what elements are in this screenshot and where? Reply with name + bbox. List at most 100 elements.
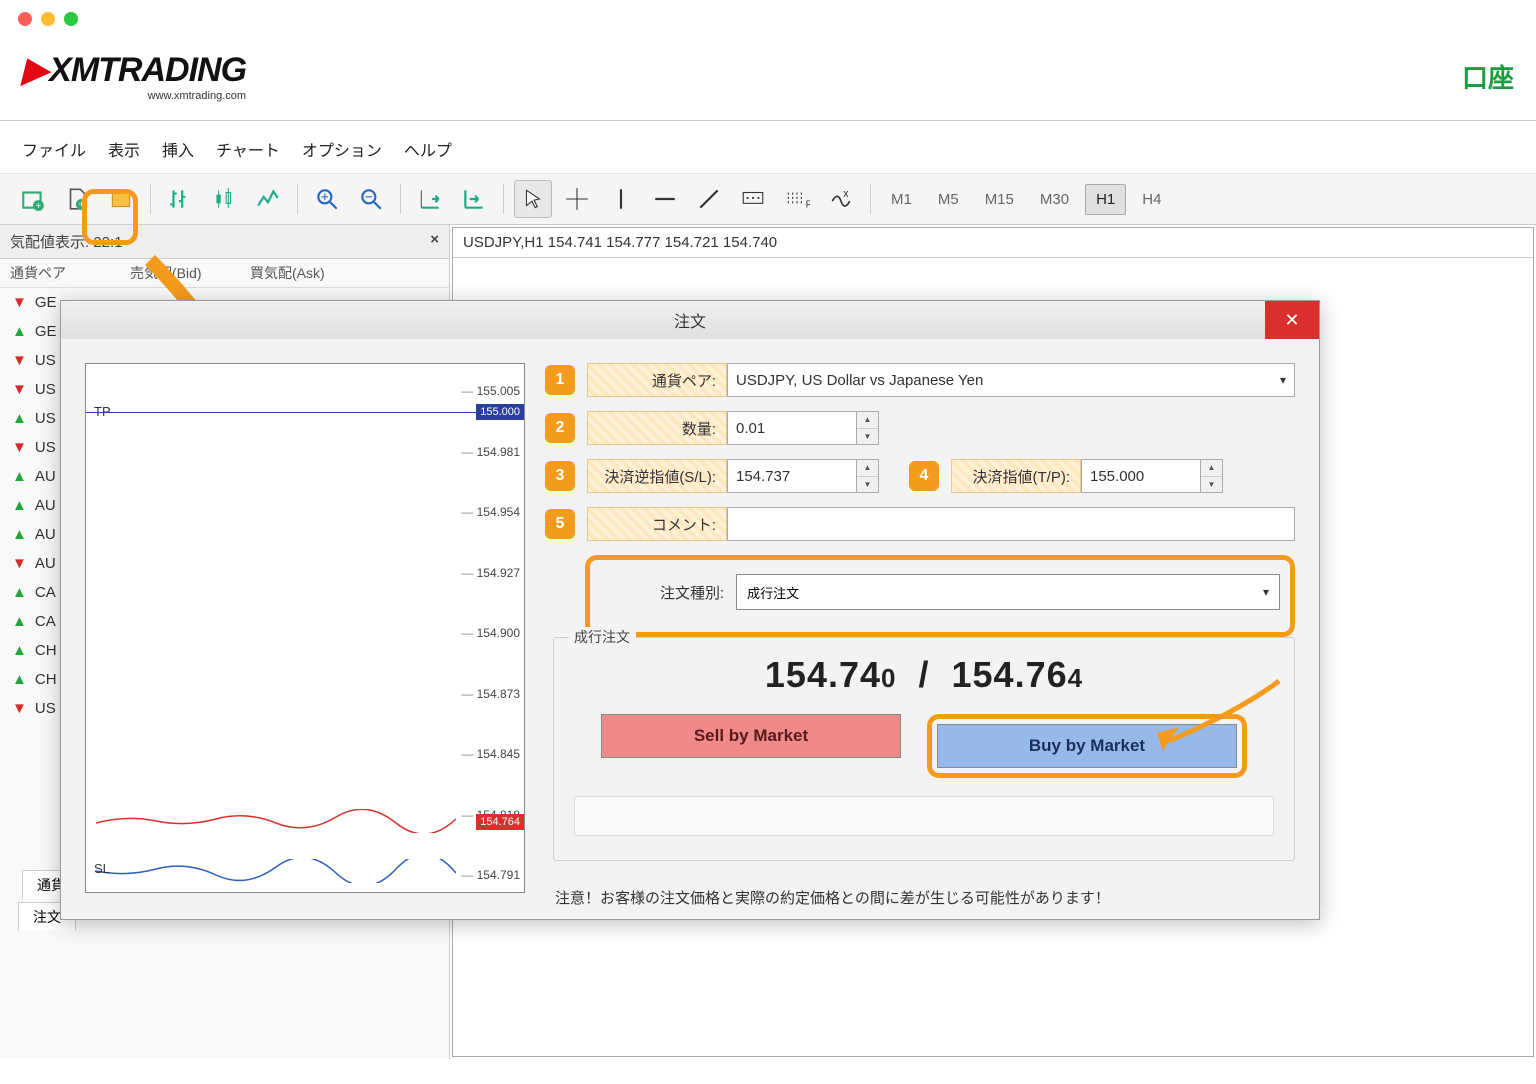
mw-col-ask: 買気配(Ask) — [250, 263, 325, 283]
dialog-close-button[interactable]: ✕ — [1265, 301, 1319, 339]
zoom-out-icon[interactable] — [352, 180, 390, 218]
app-header: ▶XMTRADING www.xmtrading.com 口座 — [0, 38, 1536, 121]
sl-spinner[interactable]: ▲▼ — [857, 459, 879, 493]
menu-insert[interactable]: 挿入 — [162, 137, 194, 161]
account-link[interactable]: 口座 — [1462, 58, 1514, 95]
tp-input[interactable]: 155.000 — [1081, 459, 1201, 493]
logo: ▶XMTRADING www.xmtrading.com — [22, 50, 246, 102]
highlight-buy-button: Buy by Market — [927, 714, 1247, 778]
dialog-titlebar: 注文 ✕ — [61, 301, 1319, 339]
arrow-down-icon: ▼ — [12, 381, 27, 398]
market-watch-close-icon[interactable]: × — [430, 231, 439, 252]
tp-field-label: 決済指値(T/P): — [951, 459, 1081, 493]
qty-input[interactable]: 0.01 — [727, 411, 857, 445]
timeframe-m15[interactable]: M15 — [975, 185, 1024, 214]
symbol-text: US — [35, 381, 56, 398]
highlight-new-order — [82, 189, 138, 245]
symbol-text: GE — [35, 294, 57, 311]
tp-spinner[interactable]: ▲▼ — [1201, 459, 1223, 493]
arrow-up-icon: ▲ — [12, 613, 27, 630]
text-label-icon[interactable] — [734, 180, 772, 218]
minimize-window-icon[interactable] — [41, 12, 55, 26]
arrow-down-icon: ▼ — [12, 700, 27, 717]
chevron-down-icon: ▾ — [1280, 373, 1286, 387]
candlestick-chart-icon[interactable] — [205, 180, 243, 218]
close-window-icon[interactable] — [18, 12, 32, 26]
bar-chart-icon[interactable] — [161, 180, 199, 218]
buy-by-market-button[interactable]: Buy by Market — [937, 724, 1237, 768]
arrow-up-icon: ▲ — [12, 642, 27, 659]
menu-view[interactable]: 表示 — [108, 137, 140, 161]
arrow-down-icon: ▼ — [12, 439, 27, 456]
symbol-text: GE — [35, 323, 57, 340]
svg-text:x: x — [843, 188, 849, 200]
comment-input[interactable] — [727, 507, 1295, 541]
zoom-in-icon[interactable] — [308, 180, 346, 218]
arrow-up-icon: ▲ — [12, 497, 27, 514]
sl-label: SL — [94, 861, 110, 876]
sl-field-label: 決済逆指値(S/L): — [587, 459, 727, 493]
step-badge-5: 5 — [545, 509, 575, 539]
arrow-up-icon: ▲ — [12, 410, 27, 427]
timeframe-m5[interactable]: M5 — [928, 185, 969, 214]
new-chart-icon[interactable]: + — [14, 180, 52, 218]
arrow-down-icon: ▼ — [12, 294, 27, 311]
menu-chart[interactable]: チャート — [216, 137, 280, 161]
symbol-text: US — [35, 410, 56, 427]
y-tick: 154.981 — [461, 445, 520, 459]
crosshair-icon[interactable] — [558, 180, 596, 218]
horizontal-line-icon[interactable] — [646, 180, 684, 218]
qty-spinner[interactable]: ▲▼ — [857, 411, 879, 445]
indicators-icon[interactable]: x — [822, 180, 860, 218]
menu-options[interactable]: オプション — [302, 137, 382, 161]
svg-text:+: + — [36, 201, 42, 212]
mw-col-pair: 通貨ペア — [10, 263, 130, 283]
timeframe-m1[interactable]: M1 — [881, 185, 922, 214]
symbol-text: AU — [35, 497, 56, 514]
highlight-order-type: 注文種別: 成行注文 ▾ — [585, 555, 1295, 637]
fibonacci-icon[interactable]: F — [778, 180, 816, 218]
auto-scroll-icon[interactable] — [411, 180, 449, 218]
order-type-select[interactable]: 成行注文 ▾ — [736, 574, 1280, 610]
y-tick: 154.954 — [461, 505, 520, 519]
svg-text:F: F — [806, 200, 810, 211]
maximize-window-icon[interactable] — [64, 12, 78, 26]
symbol-text: AU — [35, 555, 56, 572]
y-tick: 154.791 — [461, 868, 520, 882]
pair-select[interactable]: USDJPY, US Dollar vs Japanese Yen ▾ — [727, 363, 1295, 397]
chart-shift-icon[interactable] — [455, 180, 493, 218]
vertical-line-icon[interactable] — [602, 180, 640, 218]
toolbar: + + F x M1 M5 M15 M30 H1 H4 — [0, 174, 1536, 225]
y-tick: 154.927 — [461, 566, 520, 580]
menu-help[interactable]: ヘルプ — [404, 137, 452, 161]
line-chart-icon[interactable] — [249, 180, 287, 218]
step-badge-2: 2 — [545, 413, 575, 443]
arrow-up-icon: ▲ — [12, 323, 27, 340]
cursor-icon[interactable] — [514, 180, 552, 218]
menu-file[interactable]: ファイル — [22, 137, 86, 161]
chevron-down-icon: ▾ — [1263, 585, 1269, 599]
window-controls — [0, 0, 1536, 38]
symbol-text: CA — [35, 613, 56, 630]
timeframe-h4[interactable]: H4 — [1132, 185, 1171, 214]
qty-label: 数量: — [587, 411, 727, 445]
order-form: 1 通貨ペア: USDJPY, US Dollar vs Japanese Ye… — [545, 363, 1295, 908]
pair-label: 通貨ペア: — [587, 363, 727, 397]
arrow-down-icon: ▼ — [12, 555, 27, 572]
trendline-icon[interactable] — [690, 180, 728, 218]
timeframe-m30[interactable]: M30 — [1030, 185, 1079, 214]
chart-title: USDJPY,H1 154.741 154.777 154.721 154.74… — [453, 228, 1533, 258]
timeframe-h1[interactable]: H1 — [1085, 184, 1126, 215]
symbol-text: US — [35, 352, 56, 369]
mw-col-bid: 売気配(Bid) — [130, 263, 250, 283]
symbol-text: CH — [35, 671, 57, 688]
symbol-text: CA — [35, 584, 56, 601]
sl-input[interactable]: 154.737 — [727, 459, 857, 493]
symbol-text: AU — [35, 526, 56, 543]
arrow-up-icon: ▲ — [12, 468, 27, 485]
step-badge-3: 3 — [545, 461, 575, 491]
sell-by-market-button[interactable]: Sell by Market — [601, 714, 901, 758]
step-badge-4: 4 — [909, 461, 939, 491]
symbol-text: US — [35, 439, 56, 456]
y-tick: 154.900 — [461, 626, 520, 640]
